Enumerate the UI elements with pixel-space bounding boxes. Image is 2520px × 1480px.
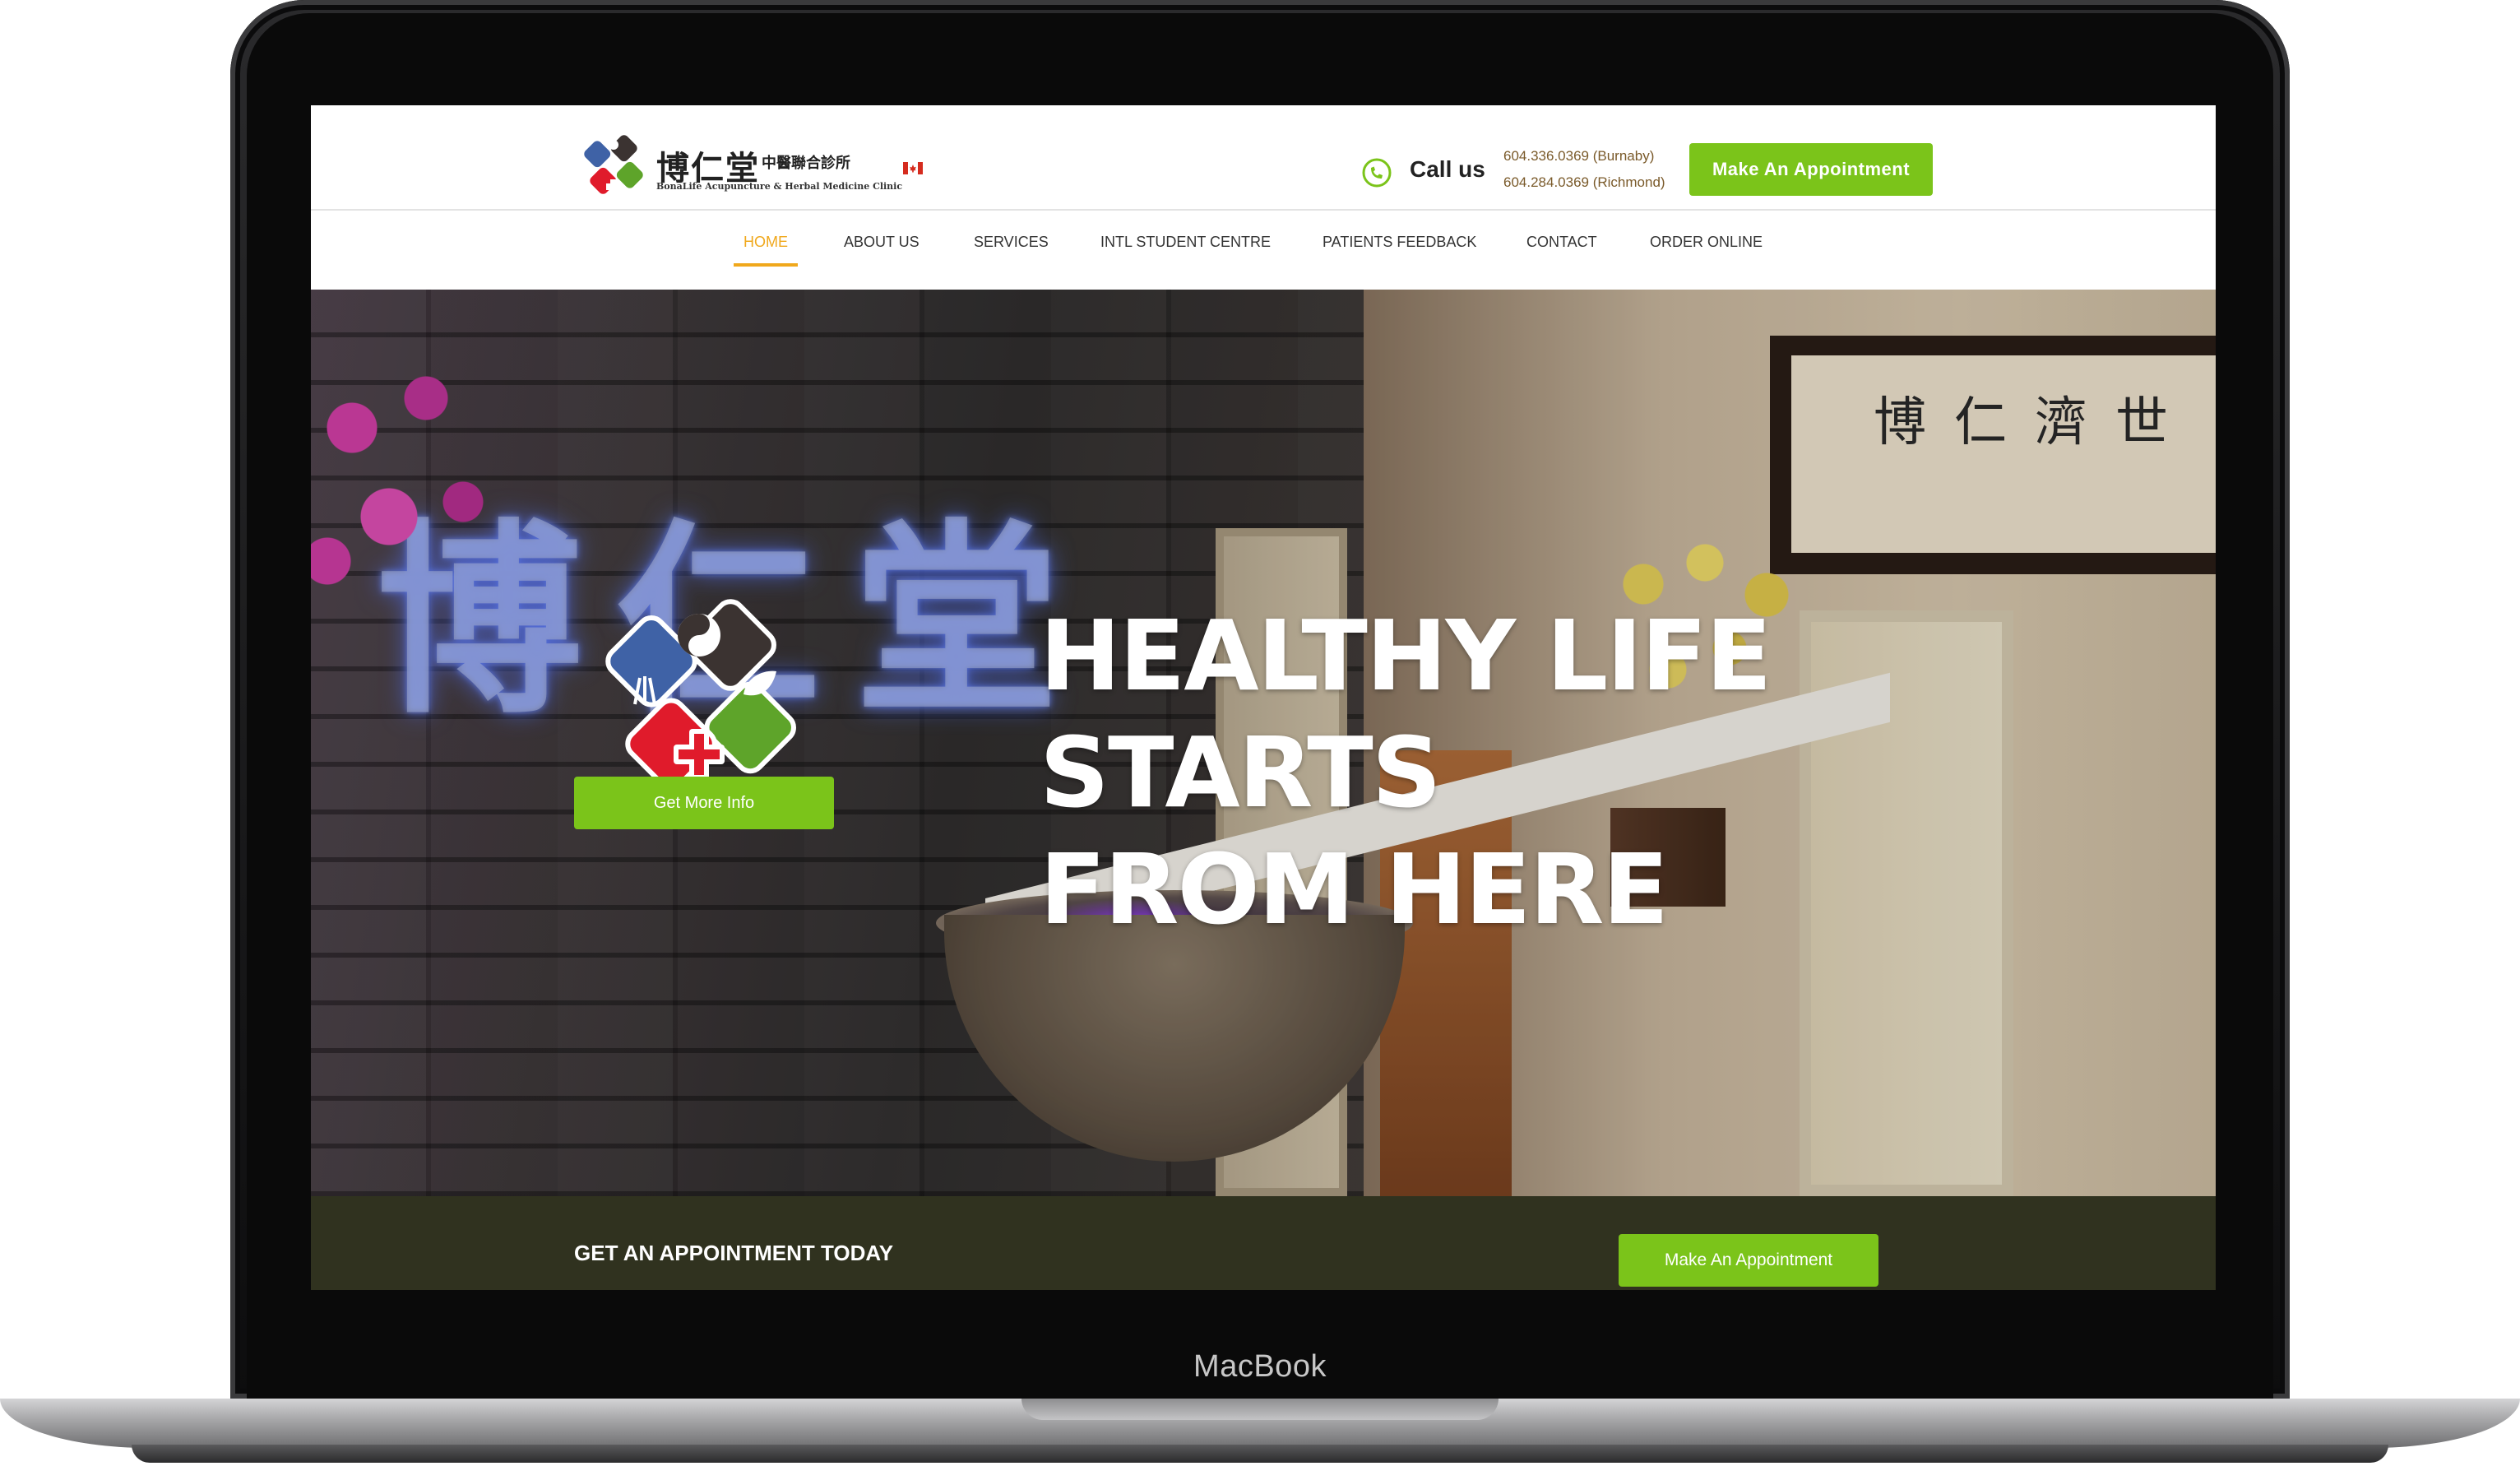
hero-title: HEALTHY LIFE STARTS FROM HERE [1040, 597, 1862, 948]
macbook-notch [1021, 1399, 1499, 1420]
nav-item-order-online[interactable]: ORDER ONLINE [1650, 234, 1763, 251]
logo-english-name: BonaLife Acupuncture & Herbal Medicine C… [656, 181, 903, 192]
canada-flag-icon[interactable] [903, 162, 923, 174]
nav-item-home[interactable]: HOME [743, 234, 788, 251]
nav-item-services[interactable]: SERVICES [974, 234, 1049, 251]
bar-make-appointment-button[interactable]: Make An Appointment [1619, 1234, 1878, 1287]
header-make-appointment-button[interactable]: Make An Appointment [1689, 143, 1933, 196]
hero-banner: 博仁濟世 博仁堂 HEA [311, 290, 2216, 1196]
appointment-bar-text: GET AN APPOINTMENT TODAY [574, 1241, 894, 1265]
nav-item-intl-student-centre[interactable]: INTL STUDENT CENTRE [1100, 234, 1271, 251]
browser-screen: 博仁堂 中醫聯合診所 BonaLife Acupuncture & Herbal… [311, 105, 2216, 1290]
nav-item-patients-feedback[interactable]: PATIENTS FEEDBACK [1323, 234, 1476, 251]
call-us-label: Call us [1410, 156, 1485, 182]
hero-title-line: FROM HERE [1040, 833, 1669, 946]
get-more-info-button[interactable]: Get More Info [574, 777, 834, 829]
phone-icon [1362, 158, 1392, 188]
macbook-foot [132, 1445, 2388, 1463]
hero-title-line: STARTS [1040, 716, 1442, 829]
bonalife-logo-icon[interactable] [579, 130, 648, 199]
nav-item-contact[interactable]: CONTACT [1526, 234, 1597, 251]
nav-active-underline [734, 263, 798, 267]
phone-burnaby-link[interactable]: 604.336.0369 (Burnaby) [1503, 148, 1654, 165]
phone-richmond-link[interactable]: 604.284.0369 (Richmond) [1503, 174, 1665, 191]
nav-item-about-us[interactable]: ABOUT US [844, 234, 920, 251]
logo-chinese-subtitle: 中醫聯合診所 [762, 155, 850, 172]
hero-bonalife-logo-icon [605, 599, 796, 790]
hero-title-line: HEALTHY LIFE [1040, 599, 1772, 712]
macbook-label: MacBook [1193, 1349, 1327, 1384]
